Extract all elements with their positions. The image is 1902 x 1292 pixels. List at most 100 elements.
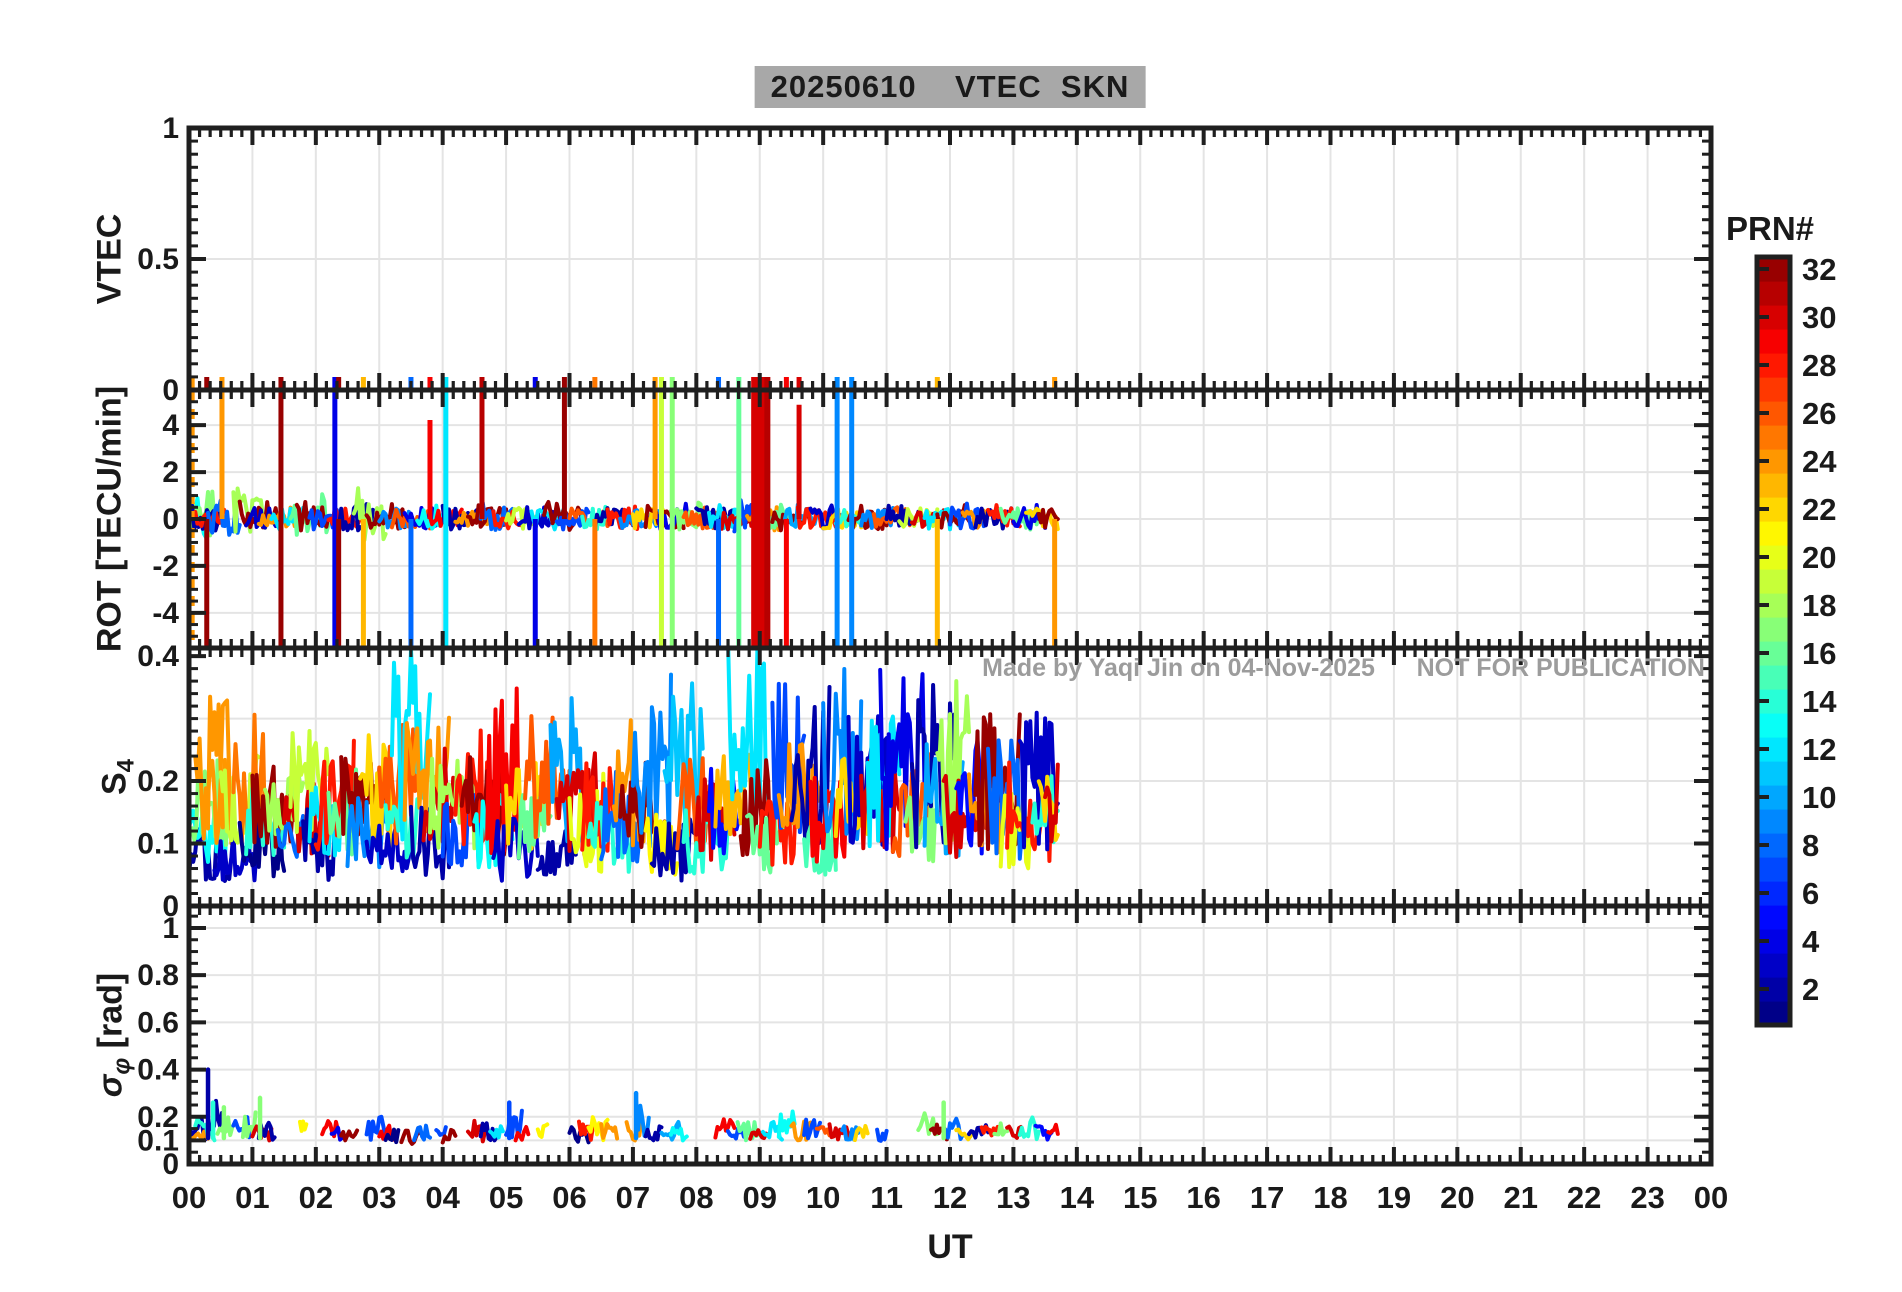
- y-tick-label: 0.4: [137, 1054, 179, 1087]
- data-trace-prn7: [875, 1127, 889, 1143]
- data-trace-prn32: [339, 1128, 360, 1143]
- colorbar-tick-label: 16: [1802, 636, 1836, 671]
- vtec-mark-prn25: [592, 377, 598, 388]
- plot-title: 20250610 VTEC SKN: [754, 66, 1146, 108]
- colorbar-tick-label: 12: [1802, 732, 1836, 767]
- data-trace-prn21: [298, 1119, 309, 1133]
- data-trace-prn22: [852, 1124, 870, 1142]
- x-tick-label: 06: [552, 1180, 586, 1215]
- sigma-series: [191, 1067, 1060, 1146]
- y-axis-label-s4: S4: [96, 759, 141, 795]
- y-axis-label-vtec: VTEC: [90, 213, 129, 305]
- vtec-mark-prn23: [360, 377, 366, 388]
- data-trace-prn2: [206, 1098, 226, 1132]
- x-tick-label: 16: [1186, 1180, 1220, 1215]
- x-tick-label: 08: [679, 1180, 713, 1215]
- x-tick-label: 14: [1060, 1180, 1095, 1215]
- colorbar-tick-label: 22: [1802, 492, 1836, 527]
- x-tick-label: 19: [1377, 1180, 1411, 1215]
- y-tick-label: 0.6: [137, 1006, 179, 1039]
- s4-series: [191, 650, 1060, 883]
- colorbar-segment-prn9: [1757, 809, 1790, 834]
- x-tick-label: 00: [1694, 1180, 1728, 1215]
- colorbar-tick-label: 18: [1802, 588, 1836, 623]
- x-tick-label: 10: [806, 1180, 840, 1215]
- y-tick-label: 0.4: [137, 640, 179, 673]
- y-tick-label: 0.1: [137, 828, 179, 861]
- colorbar-tick-label: 28: [1802, 348, 1836, 383]
- x-tick-label: 03: [362, 1180, 396, 1215]
- y-tick-label: 1: [162, 112, 179, 145]
- colorbar-segment-prn19: [1757, 569, 1790, 594]
- x-tick-label: 17: [1250, 1180, 1284, 1215]
- colorbar-segment-prn27: [1757, 377, 1790, 402]
- y-tick-label: 0: [162, 374, 179, 407]
- colorbar-segment-prn31: [1757, 281, 1790, 306]
- data-trace-prn29: [1046, 1122, 1060, 1136]
- y-tick-label: 2: [162, 456, 179, 489]
- y-tick-label: 4: [162, 409, 179, 442]
- colorbar-segment-prn17: [1757, 617, 1790, 642]
- x-tick-label: 13: [996, 1180, 1030, 1215]
- x-tick-label: 02: [299, 1180, 333, 1215]
- x-tick-label: 05: [489, 1180, 523, 1215]
- colorbar-tick-label: 6: [1802, 876, 1819, 911]
- colorbar-tick-label: 24: [1802, 444, 1837, 479]
- colorbar-title: PRN#: [1725, 210, 1815, 247]
- x-tick-label: 15: [1123, 1180, 1157, 1215]
- y-tick-label: 0: [162, 1148, 179, 1181]
- colorbar-tick-label: 8: [1802, 828, 1819, 863]
- s4-label-sub: 4: [112, 758, 140, 773]
- vtec-mark-prn29: [783, 377, 789, 388]
- x-tick-label: 18: [1313, 1180, 1347, 1215]
- colorbar-segment-prn1: [1757, 1001, 1790, 1026]
- data-trace-prn7: [434, 1125, 448, 1137]
- colorbar-segment-prn25: [1757, 425, 1790, 450]
- x-tick-label: 21: [1504, 1180, 1538, 1215]
- colorbar-segment-prn29: [1757, 329, 1790, 354]
- colorbar-tick-label: 20: [1802, 540, 1836, 575]
- x-tick-label: 23: [1630, 1180, 1664, 1215]
- y-tick-label: 0.2: [137, 765, 179, 798]
- y-axis-label-sigma: σφ [rad]: [92, 973, 137, 1097]
- colorbar-tick-label: 32: [1802, 252, 1836, 287]
- colorbar-tick-label: 4: [1802, 924, 1820, 959]
- vtec-mark-prn32: [561, 377, 567, 388]
- y-tick-label: 0.8: [137, 959, 179, 992]
- colorbar-segment-prn15: [1757, 665, 1790, 690]
- x-tick-label: 04: [425, 1180, 460, 1215]
- data-trace-prn21: [535, 1122, 550, 1139]
- y-tick-label: -2: [152, 550, 179, 583]
- x-tick-label: 01: [235, 1180, 269, 1215]
- plot-canvas: 10.50420-2-40.40.20.1010.80.60.40.20.100…: [137, 112, 1837, 1215]
- colorbar: 2468101214161820222426283032: [1754, 252, 1837, 1028]
- y-tick-label: 0: [162, 503, 179, 536]
- sigma-label-sub: φ: [108, 1057, 136, 1075]
- colorbar-segment-prn3: [1757, 953, 1790, 978]
- colorbar-segment-prn11: [1757, 761, 1790, 786]
- colorbar-tick-label: 14: [1802, 684, 1837, 719]
- x-tick-label: 09: [743, 1180, 777, 1215]
- colorbar-segment-prn5: [1757, 905, 1790, 930]
- x-tick-label: 00: [172, 1180, 206, 1215]
- vtec-mark-prn9: [834, 377, 840, 388]
- x-tick-label: 12: [933, 1180, 967, 1215]
- x-tick-label: 07: [616, 1180, 650, 1215]
- data-trace-prn14: [1017, 1115, 1041, 1142]
- watermark-text: Made by Yaqi Jin on 04-Nov-2025 NOT FOR …: [982, 654, 1705, 682]
- data-trace-prn2: [643, 1124, 664, 1143]
- colorbar-tick-label: 2: [1802, 972, 1819, 1007]
- colorbar-tick-label: 30: [1802, 300, 1836, 335]
- colorbar-tick-label: 26: [1802, 396, 1836, 431]
- x-tick-label: 11: [870, 1180, 903, 1215]
- sigma-label-main: σ: [91, 1074, 130, 1098]
- figure: 1 0.5 0 4 2 0 -2 -4 0.4 0.2 0.1 0 1 0.8 0.6 0.4 0.2 0.1 0 0…: [0, 0, 1902, 1292]
- colorbar-segment-prn7: [1757, 857, 1790, 882]
- colorbar-tick-label: 10: [1802, 780, 1836, 815]
- colorbar-segment-prn13: [1757, 713, 1790, 738]
- y-tick-label: -4: [152, 597, 179, 630]
- x-axis-label: UT: [927, 1228, 973, 1266]
- y-tick-label: 1: [162, 912, 179, 945]
- x-tick-label: 20: [1440, 1180, 1474, 1215]
- x-tick-label: 22: [1567, 1180, 1601, 1215]
